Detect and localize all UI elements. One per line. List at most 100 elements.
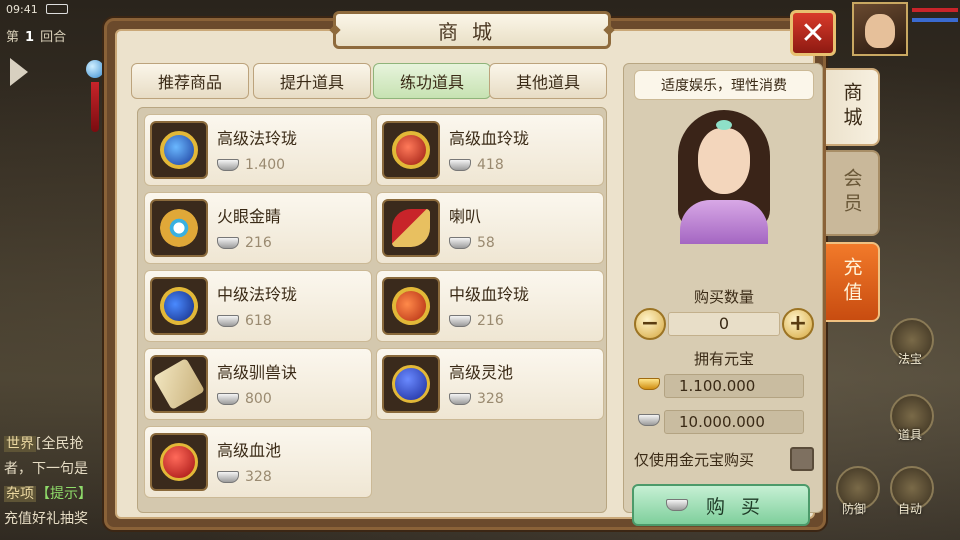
tab-training-items[interactable]: 练功道具 [373,63,491,99]
item-name: 火眼金睛 [217,207,282,226]
side-tab-recharge-label: 充值 [840,257,863,307]
item-price-row: 328 [217,469,272,485]
item-name: 高级灵池 [449,363,514,382]
side-tab-recharge[interactable]: 充值 [826,242,880,322]
round-number: 1 [25,30,35,45]
expand-arrow-icon[interactable] [10,58,28,86]
shop-item[interactable]: 中级血玲珑 216 [376,270,604,342]
shop-item[interactable]: 火眼金睛 216 [144,192,372,264]
shop-item[interactable]: 高级血玲珑 418 [376,114,604,186]
plus-icon[interactable]: + [782,308,814,340]
gold-balance-value: 1.100.000 [664,374,804,398]
tab-recommended[interactable]: 推荐商品 [131,63,249,99]
side-tab-shop-label: 商城 [840,82,863,132]
shop-item[interactable]: 高级灵池 328 [376,348,604,420]
clock: 09:41 [6,2,38,16]
item-grid: 高级法玲珑 1.400 高级血玲珑 418 火眼金睛 216 喇叭 58 中级法… [137,107,607,513]
item-icon-frame [150,121,208,179]
side-tab-shop[interactable]: 商城 [826,68,880,146]
tab-upgrade-items[interactable]: 提升道具 [253,63,371,99]
chat-line: 充值好礼抽奖 [4,507,104,532]
shop-item[interactable]: 高级法玲珑 1.400 [144,114,372,186]
item-icon-frame [150,355,208,413]
item-label: 道具 [898,428,923,442]
fa-linglong-icon [160,131,198,169]
gold-only-checkbox[interactable] [790,447,814,471]
item-name: 中级血玲珑 [449,285,530,304]
quantity-label: 购买数量 [693,288,754,306]
item-price-row: 58 [449,235,495,251]
shop-item[interactable]: 高级血池 328 [144,426,372,498]
item-name: 高级法玲珑 [217,129,298,148]
chat-text: 【提示】 [36,486,92,502]
side-tab-vip-label: 会员 [840,168,863,218]
item-icon-frame [150,433,208,491]
chat-text: 者，下一句是 [4,461,88,477]
item-icon-frame [382,277,440,335]
owned-yuanbao-label: 拥有元宝 [693,350,754,368]
item-name: 中级法玲珑 [217,285,298,304]
round-prefix: 第 [6,30,20,45]
item-price-row: 800 [217,391,272,407]
status-bar: 09:41 [0,0,100,18]
minus-icon[interactable]: − [634,308,666,340]
shop-window: 推荐商品 提升道具 练功道具 其他道具 高级法玲珑 1.400 高级血玲珑 41… [104,11,826,530]
buy-button[interactable]: 购买 [632,484,810,526]
shop-title: 商城 [438,19,506,44]
defend-label: 防御 [842,502,867,516]
silver-ingot-icon [665,499,688,511]
fabao-label: 法宝 [898,352,923,366]
shop-item[interactable]: 喇叭 58 [376,192,604,264]
item-icon-frame [382,121,440,179]
item-price-row: 216 [217,235,272,251]
item-price: 216 [245,235,272,251]
quantity-field[interactable]: 0 [668,312,780,336]
shop-item[interactable]: 高级驯兽诀 800 [144,348,372,420]
item-price: 58 [477,235,495,251]
buy-label: 购买 [705,495,776,518]
battery-icon [45,4,68,14]
item-icon-frame [382,199,440,257]
silver-ingot-icon [217,393,239,405]
silver-ingot-icon [217,471,239,483]
moderation-slogan: 适度娱乐，理性消费 [634,70,814,100]
item-name: 喇叭 [449,207,482,226]
chat-panel[interactable]: 世界 [全民抢 者，下一句是 杂项 【提示】 充值好礼抽奖 [4,432,104,532]
quantity-stepper: − 0 + [634,308,814,340]
item-name: 高级血玲珑 [449,129,530,148]
item-price-row: 1.400 [217,157,285,173]
close-button[interactable]: ✕ [790,10,836,56]
item-price: 618 [245,313,272,329]
chat-line: 世界 [全民抢 [4,432,104,457]
purchase-panel: 适度娱乐，理性消费 购买数量 − 0 + 拥有元宝 1.100.000 10.0… [623,63,823,526]
mid-xue-linglong-icon [386,281,436,331]
mid-fa-linglong-icon [154,281,204,331]
item-price-row: 328 [449,391,504,407]
chat-channel-tag: 世界 [4,436,36,452]
gold-only-label: 仅使用金元宝购买 [634,450,755,469]
chat-channel-tag: 杂项 [4,486,36,502]
silver-ingot-icon [217,315,239,327]
item-icon-frame [150,199,208,257]
chat-text: [全民抢 [36,436,84,452]
item-icon-frame [382,355,440,413]
shop-item[interactable]: 中级法玲珑 618 [144,270,372,342]
side-tab-vip[interactable]: 会员 [826,150,880,236]
chat-line: 者，下一句是 [4,457,104,482]
blue-pool-icon [392,365,430,403]
horn-icon [392,209,430,247]
item-price-row: 418 [449,157,504,173]
golden-eye-icon [160,209,198,247]
gold-ingot-icon [638,378,660,390]
silver-ingot-icon [449,315,471,327]
xue-linglong-icon [392,131,430,169]
item-price-row: 216 [449,313,504,329]
player-avatar[interactable] [852,2,908,56]
chat-text: 充值好礼抽奖 [4,511,88,527]
silver-ingot-icon [217,237,239,249]
item-name: 高级血池 [217,441,282,460]
auto-label: 自动 [898,502,923,516]
item-price-row: 618 [217,313,272,329]
tab-other-items[interactable]: 其他道具 [489,63,607,99]
item-icon-frame [150,277,208,335]
